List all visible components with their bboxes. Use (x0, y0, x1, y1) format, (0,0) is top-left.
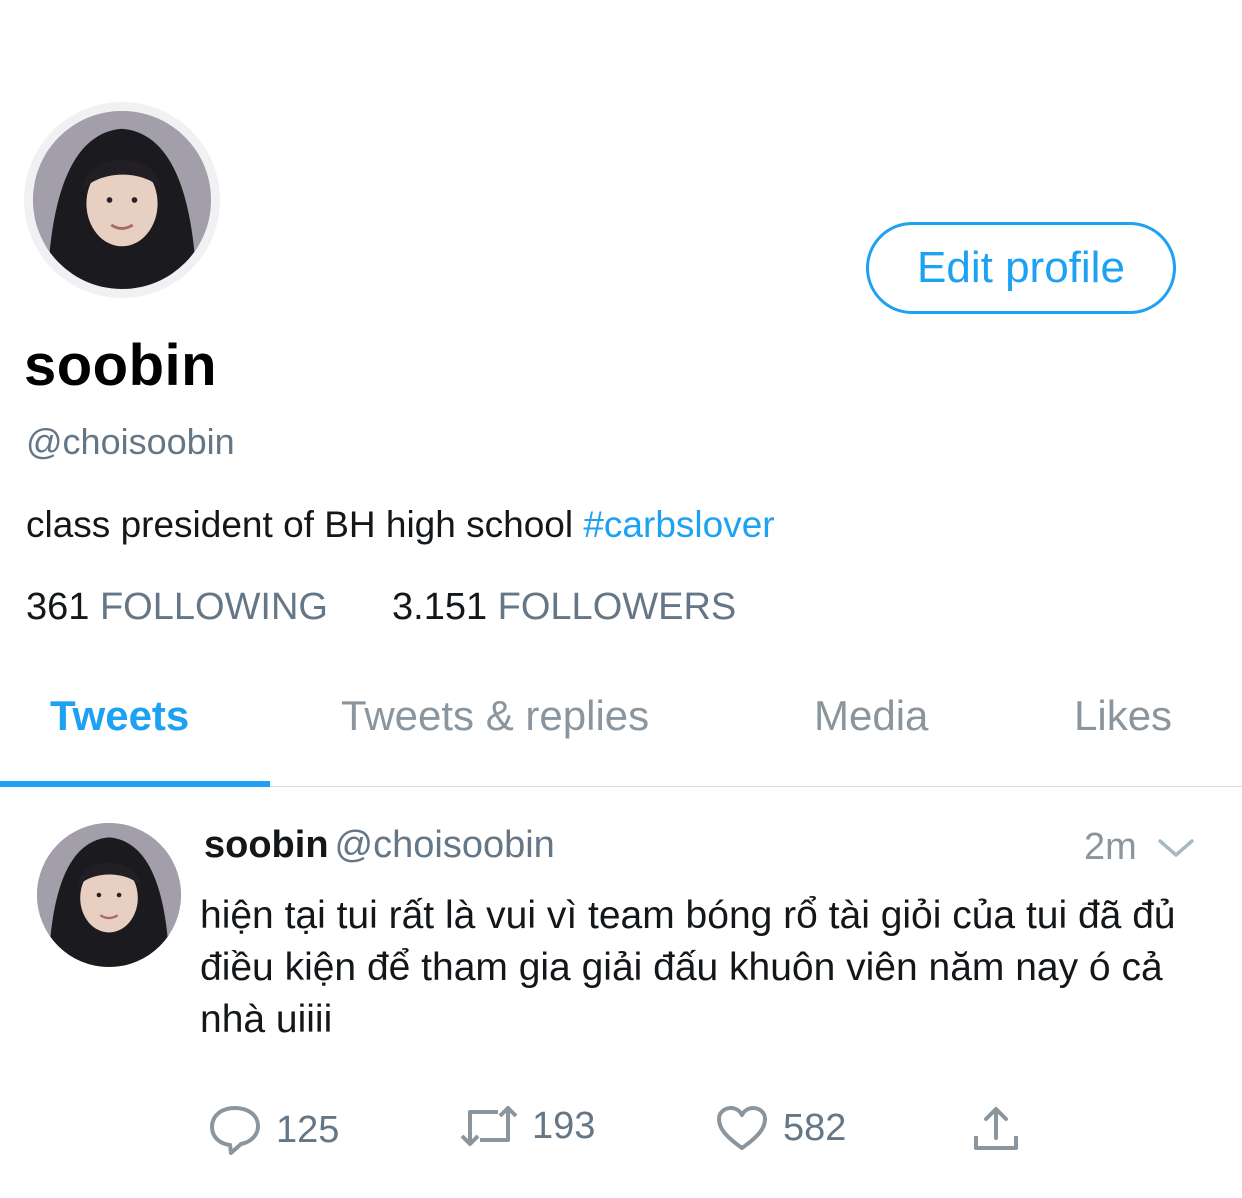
tweet-text: hiện tại tui rất là vui vì team bóng rổ … (200, 894, 1176, 1041)
bio-text: class president of BH high school (26, 504, 584, 545)
profile-stats: 361 FOLLOWING 3.151 FOLLOWERS (26, 586, 736, 629)
following-count: 361 (26, 586, 90, 628)
tweet-author-handle[interactable]: @choisoobin (335, 824, 555, 866)
following-stat[interactable]: 361 FOLLOWING (26, 586, 328, 628)
profile-avatar[interactable] (24, 102, 220, 298)
tweet-timestamp: 2m (1084, 826, 1137, 868)
tab-tweets[interactable]: Tweets (50, 692, 189, 740)
active-tab-indicator (0, 781, 270, 787)
like-count: 582 (783, 1106, 847, 1149)
share-button[interactable] (972, 1104, 1020, 1152)
chevron-down-icon[interactable] (1156, 836, 1196, 860)
profile-handle: @choisoobin (26, 421, 235, 462)
heart-icon (715, 1104, 769, 1152)
tab-media[interactable]: Media (814, 692, 928, 740)
followers-count: 3.151 (392, 586, 488, 628)
tab-tweets-replies[interactable]: Tweets & replies (341, 692, 649, 740)
tweet-avatar[interactable] (37, 823, 181, 967)
retweet-button[interactable]: 193 (460, 1104, 595, 1148)
followers-stat[interactable]: 3.151 FOLLOWERS (392, 586, 736, 628)
reply-count: 125 (276, 1108, 340, 1151)
reply-button[interactable]: 125 (208, 1104, 339, 1156)
avatar-photo (33, 111, 211, 289)
tweet-author-name[interactable]: soobin (204, 824, 329, 866)
following-label: FOLLOWING (99, 586, 328, 628)
like-button[interactable]: 582 (715, 1104, 846, 1152)
bio-hashtag-link[interactable]: #carbslover (583, 504, 774, 545)
followers-label: FOLLOWERS (497, 586, 737, 628)
share-icon (972, 1104, 1020, 1152)
profile-bio: class president of BH high school #carbs… (26, 504, 775, 546)
tab-likes[interactable]: Likes (1074, 692, 1172, 740)
tweet-header: soobin @choisoobin (204, 824, 555, 867)
display-name: soobin (24, 333, 218, 398)
retweet-icon (460, 1104, 518, 1148)
retweet-count: 193 (532, 1104, 596, 1147)
reply-icon (208, 1104, 262, 1156)
edit-profile-button[interactable]: Edit profile (866, 222, 1176, 314)
